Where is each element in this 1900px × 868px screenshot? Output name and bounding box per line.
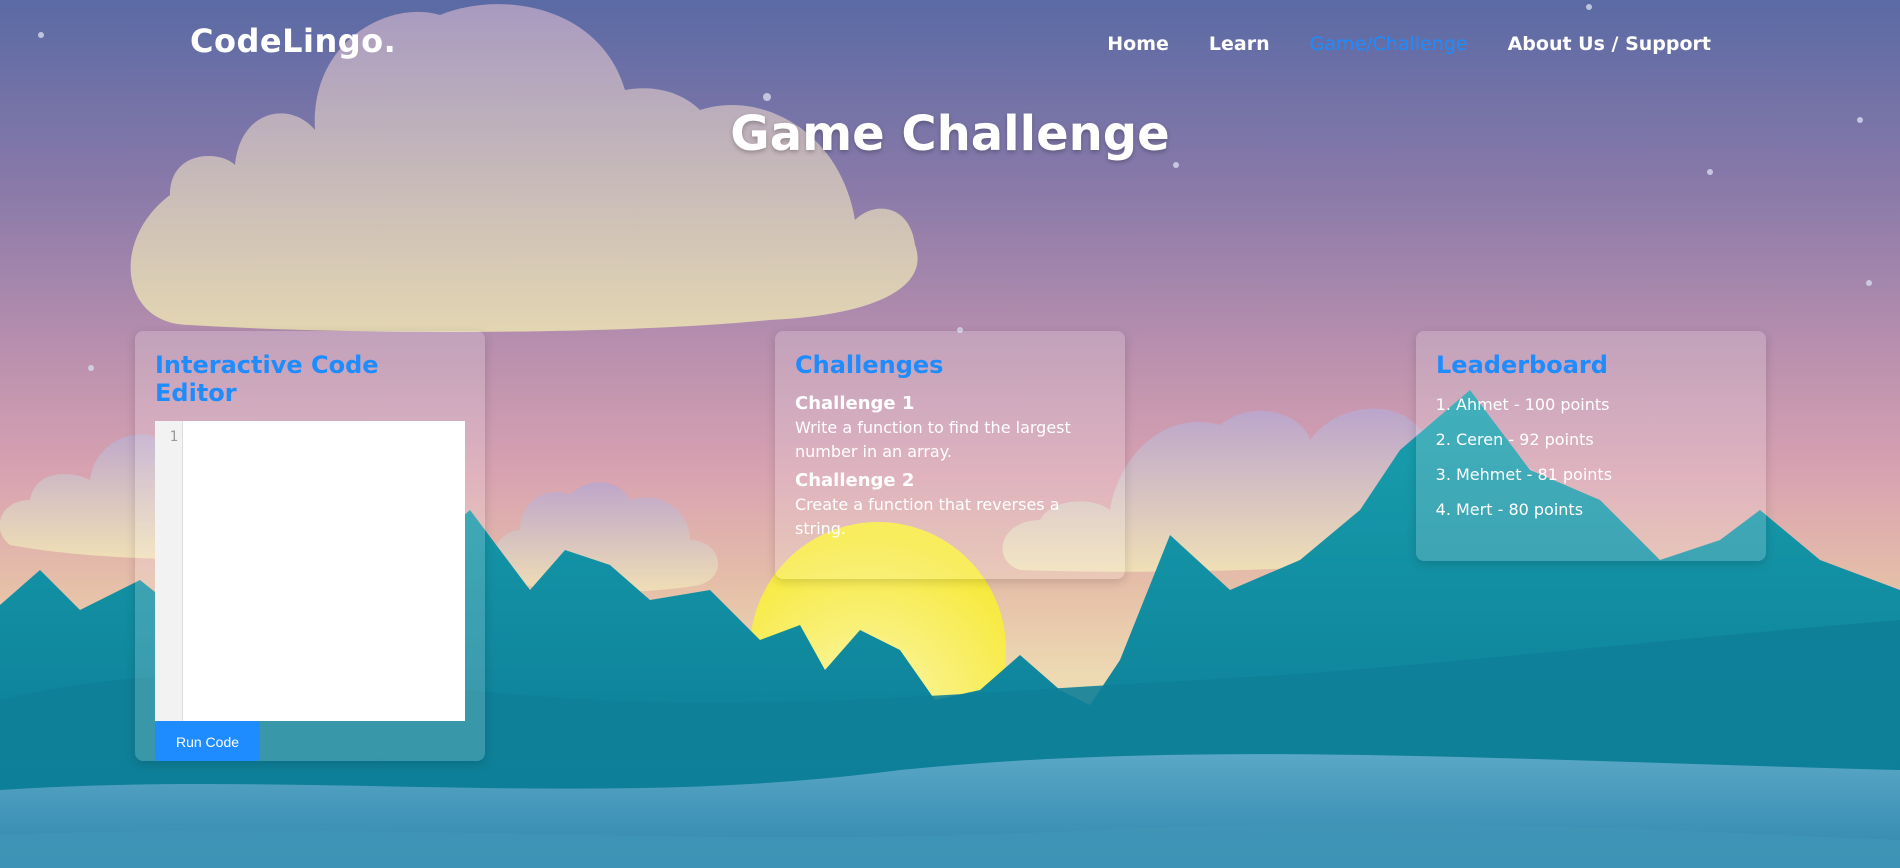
leaderboard-list: Ahmet - 100 points Ceren - 92 points Meh… xyxy=(1436,393,1746,522)
run-code-button[interactable]: Run Code xyxy=(155,721,260,761)
nav-learn[interactable]: Learn xyxy=(1209,33,1270,55)
leaderboard-entry: Ceren - 92 points xyxy=(1456,428,1746,452)
code-editor[interactable]: 1 xyxy=(155,421,465,721)
brand-logo[interactable]: CodeLingo. xyxy=(190,22,396,60)
line-number: 1 xyxy=(169,429,178,445)
code-editor-heading: Interactive Code Editor xyxy=(155,351,379,407)
code-editor-card: Interactive Code Editor 1 Run Code xyxy=(135,331,485,761)
challenges-heading: Challenges xyxy=(795,351,944,379)
nav-home[interactable]: Home xyxy=(1107,33,1169,55)
leaderboard-card: Leaderboard Ahmet - 100 points Ceren - 9… xyxy=(1416,331,1766,561)
leaderboard-entry: Mert - 80 points xyxy=(1456,498,1746,522)
challenge-title: Challenge 1 xyxy=(795,393,915,414)
nav-about-support[interactable]: About Us / Support xyxy=(1508,33,1711,55)
leaderboard-entry: Ahmet - 100 points xyxy=(1456,393,1746,417)
leaderboard-entry: Mehmet - 81 points xyxy=(1456,463,1746,487)
code-input-area[interactable] xyxy=(183,421,465,721)
page-title: Game Challenge xyxy=(730,106,1170,162)
challenge-description: Create a function that reverses a string… xyxy=(795,495,1060,538)
nav-menu: Home Learn Game/Challenge About Us / Sup… xyxy=(1107,33,1711,55)
leaderboard-heading: Leaderboard xyxy=(1436,351,1608,379)
line-number-gutter: 1 xyxy=(155,421,183,721)
nav-game-challenge[interactable]: Game/Challenge xyxy=(1310,33,1468,55)
challenges-card: Challenges Challenge 1 Write a function … xyxy=(775,331,1125,579)
challenge-title: Challenge 2 xyxy=(795,470,915,491)
top-navbar: CodeLingo. Home Learn Game/Challenge Abo… xyxy=(0,0,1900,90)
challenge-description: Write a function to find the largest num… xyxy=(795,418,1071,461)
